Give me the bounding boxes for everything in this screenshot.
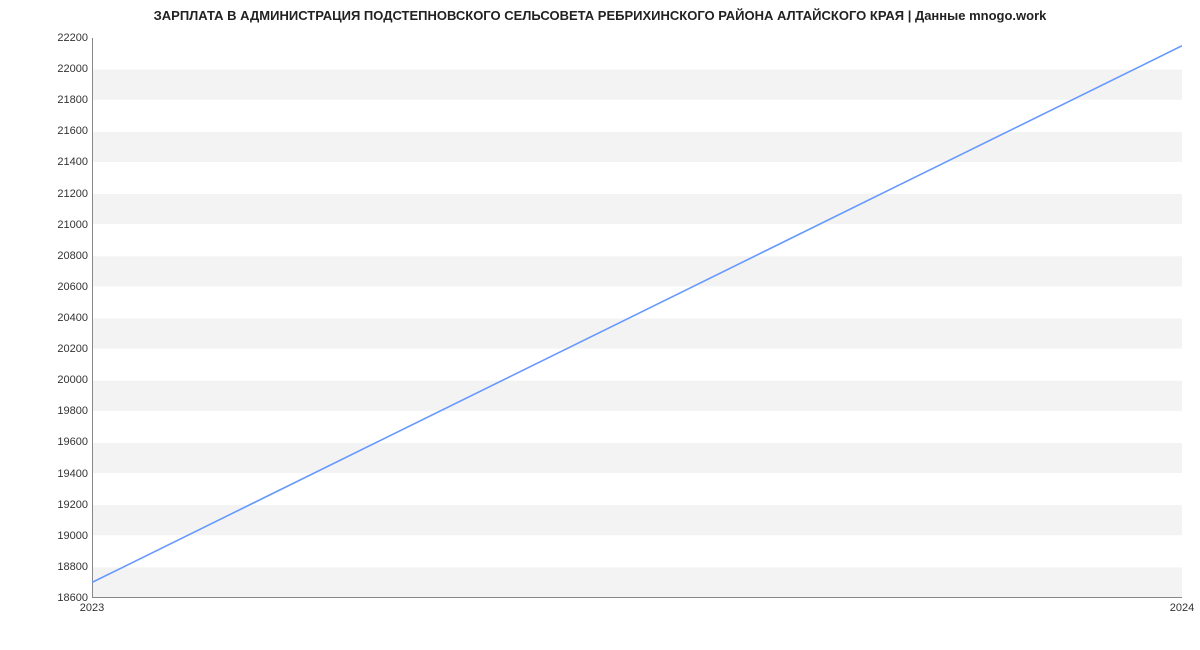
y-tick-label: 19600 — [38, 436, 88, 448]
x-tick-label: 2023 — [80, 602, 104, 614]
y-tick-label: 22000 — [38, 63, 88, 75]
y-tick-label: 19000 — [38, 530, 88, 542]
y-tick-label: 18800 — [38, 561, 88, 573]
y-tick-label: 19200 — [38, 499, 88, 511]
y-tick-label: 20600 — [38, 281, 88, 293]
y-tick-label: 20200 — [38, 343, 88, 355]
y-tick-label: 22200 — [38, 32, 88, 44]
y-tick-label: 19800 — [38, 405, 88, 417]
y-tick-label: 21200 — [38, 188, 88, 200]
y-tick-label: 21600 — [38, 125, 88, 137]
y-tick-label: 20000 — [38, 374, 88, 386]
chart-title: ЗАРПЛАТА В АДМИНИСТРАЦИЯ ПОДСТЕПНОВСКОГО… — [0, 8, 1200, 23]
y-tick-label: 19400 — [38, 468, 88, 480]
y-tick-label: 21000 — [38, 219, 88, 231]
x-tick-label: 2024 — [1170, 602, 1194, 614]
plot-area — [92, 38, 1182, 598]
chart-container: ЗАРПЛАТА В АДМИНИСТРАЦИЯ ПОДСТЕПНОВСКОГО… — [0, 0, 1200, 650]
y-tick-label: 20800 — [38, 250, 88, 262]
y-tick-label: 21400 — [38, 156, 88, 168]
chart-svg — [92, 38, 1182, 598]
y-tick-label: 21800 — [38, 94, 88, 106]
y-tick-label: 20400 — [38, 312, 88, 324]
